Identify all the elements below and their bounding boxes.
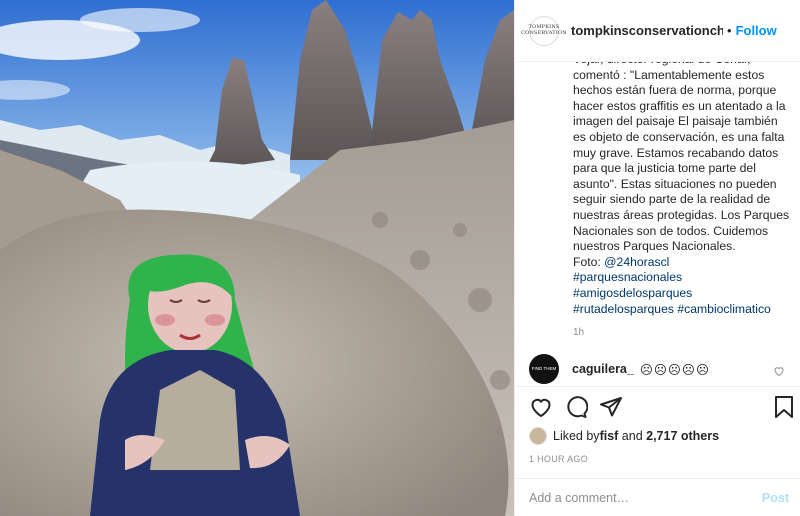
bookmark-icon[interactable]: [773, 395, 795, 424]
commenter-avatar[interactable]: FIND THEM: [529, 354, 559, 384]
caption-line: nuestros Parques Nacionales.: [573, 239, 736, 254]
follow-button[interactable]: Follow: [736, 23, 777, 38]
caption-timestamp[interactable]: 1h: [573, 325, 791, 341]
liker-username[interactable]: fisf: [600, 429, 619, 443]
likes-summary: Liked by fisf and 2,717 others: [529, 427, 719, 445]
post-caption: Vejar, director regional de Conaf, comen…: [573, 52, 791, 341]
comment-icon[interactable]: [564, 395, 589, 424]
post-timestamp[interactable]: 1 HOUR AGO: [529, 454, 588, 464]
hashtag-row: #parquesnacionales: [573, 270, 791, 286]
add-comment-bar: Post: [515, 478, 800, 516]
author-avatar[interactable]: TOMPKINS CONSERVATION: [521, 15, 567, 46]
hashtag-link-cambioclimatico[interactable]: #cambioclimatico: [677, 302, 770, 316]
photo-credit: Foto: @24horascl: [573, 255, 791, 271]
hashtag-link-amigosdelosparques[interactable]: #amigosdelosparques: [573, 286, 692, 300]
commenter-username[interactable]: caguilera_: [572, 362, 634, 376]
post-comment-button[interactable]: Post: [762, 491, 789, 505]
caption-line: para que la justicia tome parte del: [573, 161, 756, 176]
header-separator: •: [727, 23, 732, 38]
hashtag-link-rutadelosparques[interactable]: #rutadelosparques: [573, 302, 674, 316]
caption-line: asunto". Estas situaciones no pueden: [573, 176, 777, 191]
photo-credit-prefix: Foto:: [573, 254, 605, 269]
caption-line: seguir siendo parte de la realidad de: [573, 192, 771, 207]
caption-line: comentó : "Lamentablemente estos: [573, 67, 765, 82]
likes-count-link[interactable]: 2,717 others: [646, 429, 719, 443]
likes-prefix: Liked by: [553, 429, 600, 443]
caption-line: hechos están fuera de norma, porque: [573, 83, 777, 98]
hashtag-link-parquesnacionales[interactable]: #parquesnacionales: [573, 270, 682, 284]
post-header: TOMPKINS CONSERVATION tompkinsconservati…: [515, 0, 800, 62]
heart-icon[interactable]: [529, 395, 553, 424]
liker-avatar[interactable]: [529, 427, 547, 445]
post-side-panel: Vejar, director regional de Conaf, comen…: [514, 0, 800, 516]
hashtag-row: #rutadelosparques #cambioclimatico: [573, 302, 791, 318]
caption-line: Nacionales son de todos. Cuidemos: [573, 223, 769, 238]
caption-line: imagen del paisaje El paisaje también: [573, 114, 778, 129]
hashtag-row: #amigosdelosparques: [573, 286, 791, 302]
comment-like-heart-icon[interactable]: [773, 364, 785, 382]
caption-line: es objeto de conservación, es una falta: [573, 129, 785, 144]
add-comment-input[interactable]: [529, 490, 762, 505]
comment-text: ☹☹☹☹☹: [639, 362, 710, 377]
comment-row: FIND THEM caguilera_ ☹☹☹☹☹: [529, 352, 791, 386]
likes-middle: and: [618, 429, 647, 443]
caption-line: nuestras áreas protegidas. Los Parques: [573, 207, 790, 222]
caption-line: muy grave. Estamos recabando datos: [573, 145, 779, 160]
torres-del-paine-graffiti-image: [0, 0, 514, 516]
photo-credit-mention-link[interactable]: @24horascl: [604, 255, 669, 269]
post-actions-bar: [515, 386, 800, 426]
caption-line: hacer estos graffitis es un atentado a l…: [573, 98, 786, 113]
post-photo[interactable]: [0, 0, 514, 516]
author-username[interactable]: tompkinsconservationchile: [571, 23, 723, 38]
share-icon[interactable]: [599, 395, 623, 424]
